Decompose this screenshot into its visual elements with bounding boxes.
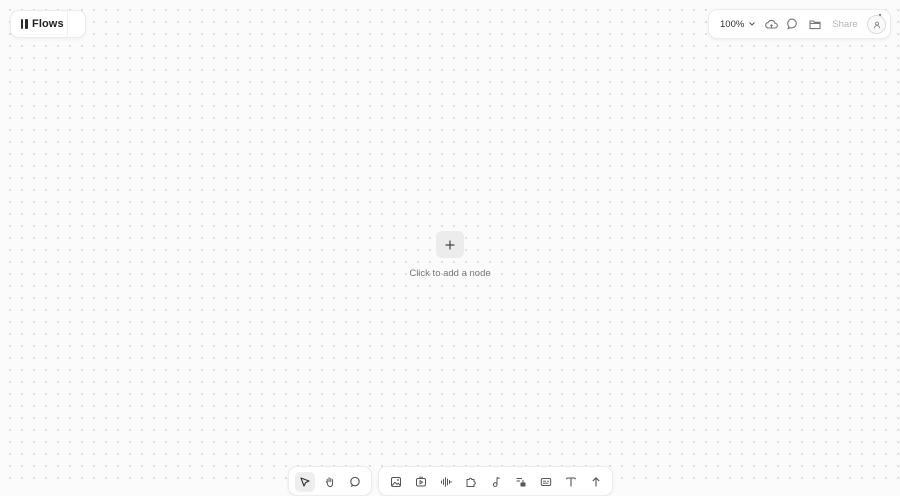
puzzle-icon	[466, 477, 476, 487]
waveform-icon	[441, 477, 452, 487]
caption-node[interactable]	[536, 472, 556, 492]
upload-icon	[592, 477, 600, 487]
brand-divider	[67, 11, 68, 37]
brand-label: Flows	[32, 18, 64, 30]
avatar[interactable]	[867, 15, 886, 34]
text-icon	[566, 477, 576, 487]
zoom-level: 100%	[720, 18, 745, 30]
text-style-icon	[516, 478, 526, 487]
plugin-node[interactable]	[461, 472, 481, 492]
hand-tool[interactable]	[320, 472, 340, 492]
folder-icon[interactable]	[808, 17, 822, 31]
pointer-tool[interactable]	[295, 472, 315, 492]
brand-logo-icon	[21, 19, 28, 29]
node-toolbar	[378, 466, 613, 496]
lasso-icon	[350, 476, 360, 488]
video-icon	[416, 476, 426, 487]
pointer-icon	[300, 477, 310, 487]
share-button[interactable]: Share	[832, 19, 857, 30]
top-toolbar: 100% Share	[708, 9, 891, 39]
music-node[interactable]	[486, 472, 506, 492]
video-node[interactable]	[411, 472, 431, 492]
cloud-icon[interactable]	[764, 17, 778, 31]
audio-node[interactable]	[436, 472, 456, 492]
image-node[interactable]	[386, 472, 406, 492]
brand-panel[interactable]: Flows	[10, 10, 86, 38]
image-icon	[391, 477, 401, 487]
text-style-node[interactable]	[511, 472, 531, 492]
selection-toolbar	[288, 466, 372, 496]
zoom-dropdown[interactable]: 100%	[720, 18, 756, 30]
add-node-hint: Click to add a node	[409, 268, 491, 279]
text-tool[interactable]	[561, 472, 581, 492]
lasso-tool[interactable]	[345, 472, 365, 492]
hand-icon	[325, 477, 334, 488]
chevron-down-icon	[749, 22, 756, 26]
plus-icon	[445, 239, 455, 250]
comment-icon[interactable]	[786, 17, 800, 31]
user-icon	[873, 21, 880, 28]
upload-tool[interactable]	[586, 472, 606, 492]
caption-icon	[540, 478, 552, 486]
music-icon	[492, 477, 500, 487]
add-node-button[interactable]	[436, 231, 464, 258]
